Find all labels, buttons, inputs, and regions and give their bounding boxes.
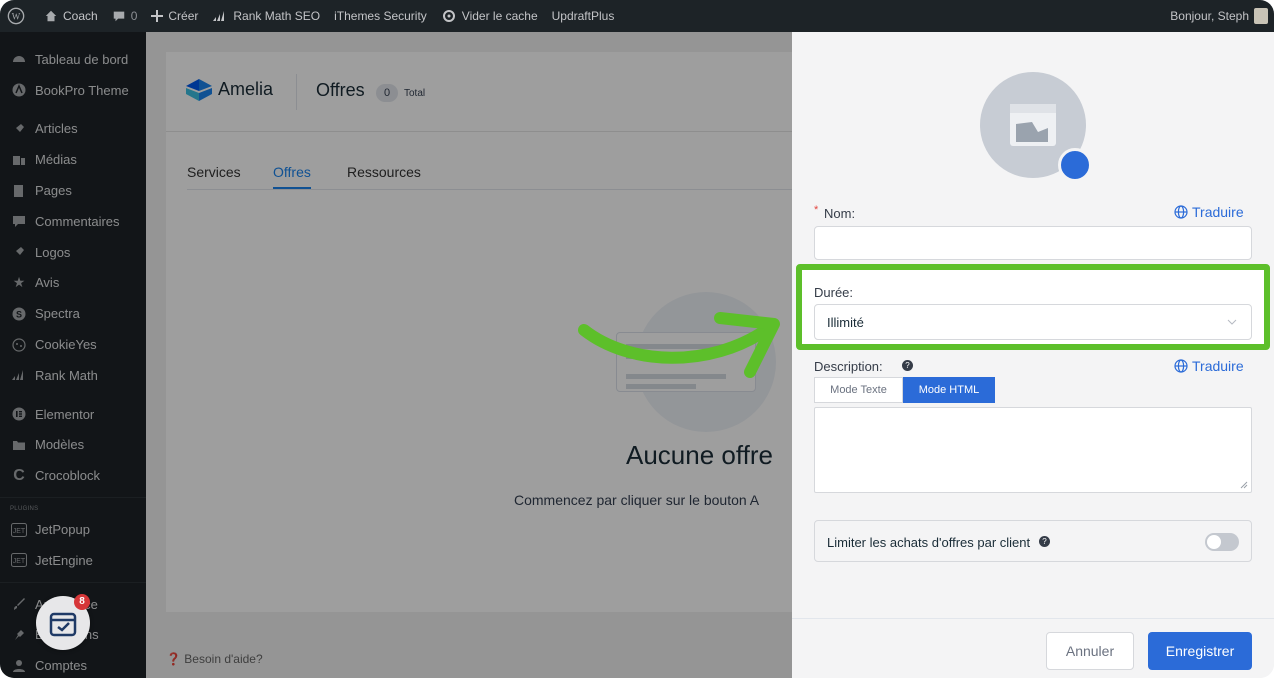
offer-drawer: * Nom: Traduire Durée: Illimité Descript… [792,32,1274,678]
floating-calendar-button[interactable]: 8 [36,594,90,650]
help-circle-icon: ? [902,360,913,371]
site-name: Coach [63,9,98,23]
limit-label: Limiter les achats d'offres par client [827,535,1031,550]
description-label: Description: [814,359,883,374]
save-button[interactable]: Enregistrer [1148,632,1252,670]
translate-label: Traduire [1192,204,1244,220]
wordpress-logo-button[interactable]: W [0,0,37,32]
calendar-check-icon [49,612,77,637]
screen: W Coach 0 Créer Rank Math SEO iThemes Se… [0,0,1274,678]
comments-count: 0 [130,9,138,23]
cancel-button[interactable]: Annuler [1046,632,1134,670]
admin-bar: W Coach 0 Créer Rank Math SEO iThemes Se… [0,0,1274,32]
annotation-arrow-icon [578,312,780,378]
limit-toggle[interactable] [1205,533,1239,551]
name-label: Nom: [824,206,856,221]
rankmath-menu[interactable]: Rank Math SEO [205,0,327,32]
account-menu[interactable]: Bonjour, Steph [1163,0,1274,32]
mode-text-button[interactable]: Mode Texte [814,377,903,403]
plus-icon [151,10,164,22]
offer-image-placeholder[interactable] [980,72,1092,182]
globe-icon [1174,205,1188,219]
translate-description-link[interactable]: Traduire [1174,358,1244,374]
chevron-down-icon [1227,319,1237,325]
updraft-menu[interactable]: UpdraftPlus [545,0,622,32]
svg-text:W: W [12,12,21,22]
name-required-mark: * [814,204,819,216]
mode-html-button[interactable]: Mode HTML [903,377,995,403]
limit-purchases-row: Limiter les achats d'offres par client ? [814,520,1252,562]
upload-dot[interactable] [1058,148,1092,182]
create-menu[interactable]: Créer [144,0,205,32]
greeting: Bonjour, Steph [1170,9,1249,23]
translate-name-link[interactable]: Traduire [1174,204,1244,220]
image-placeholder-icon [1010,104,1056,146]
security-label: iThemes Security [334,9,427,23]
notification-badge: 8 [74,594,90,610]
cache-icon [442,10,455,22]
resize-handle-icon[interactable] [1240,481,1248,489]
name-input[interactable] [814,226,1252,260]
duration-value: Illimité [827,315,864,330]
cache-menu[interactable]: Vider le cache [434,0,545,32]
avatar [1254,8,1268,24]
updraft-label: UpdraftPlus [551,9,615,23]
home-icon [45,10,57,22]
help-circle-icon: ? [1039,536,1050,547]
translate-label: Traduire [1192,358,1244,374]
create-label: Créer [168,9,199,23]
site-name-link[interactable]: Coach [37,0,105,32]
rankmath-icon [213,11,225,21]
description-textarea[interactable] [814,407,1252,493]
duration-label: Durée: [814,285,854,300]
globe-icon [1174,359,1188,373]
security-menu[interactable]: iThemes Security [327,0,434,32]
comment-icon [113,11,124,22]
cache-label: Vider le cache [461,9,538,23]
comments-link[interactable]: 0 [105,0,145,32]
rankmath-label: Rank Math SEO [233,9,321,23]
wordpress-icon: W [7,7,25,25]
duration-select[interactable]: Illimité [814,304,1252,340]
